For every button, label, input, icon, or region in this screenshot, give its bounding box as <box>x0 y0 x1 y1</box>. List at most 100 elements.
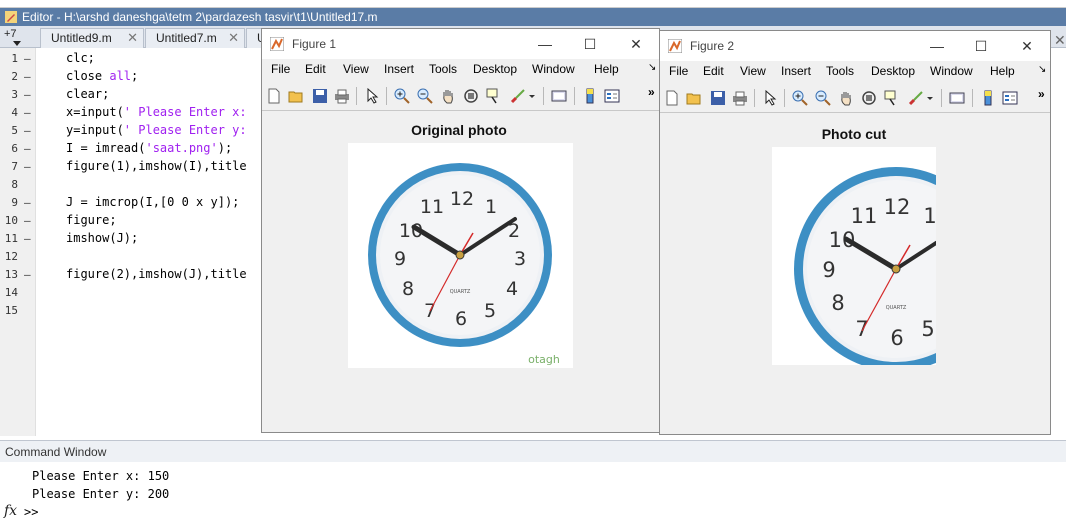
print-icon[interactable] <box>334 88 350 104</box>
command-output-line: Please Enter x: 150 <box>32 469 170 483</box>
menu-window[interactable]: Window <box>930 64 973 78</box>
zoom-in-icon[interactable] <box>394 88 410 104</box>
clock-numeral: 6 <box>890 326 903 350</box>
clock-numeral: 11 <box>420 196 444 218</box>
pan-hand-icon[interactable] <box>838 90 854 106</box>
chevron-down-icon[interactable] <box>13 41 21 47</box>
legend-icon[interactable] <box>604 88 620 104</box>
figure2-window[interactable]: Figure 2 — ☐ ✕ File Edit View Insert Too… <box>659 30 1051 435</box>
new-figure-icon[interactable] <box>266 88 282 104</box>
code-line: figure; <box>66 213 117 227</box>
figure1-window[interactable]: Figure 1 — ☐ ✕ File Edit View Insert Too… <box>261 28 660 433</box>
menu-help[interactable]: Help <box>990 64 1015 78</box>
clock-numeral: 9 <box>822 258 835 282</box>
menu-file[interactable]: File <box>271 62 290 76</box>
menu-edit[interactable]: Edit <box>703 64 724 78</box>
brush-icon[interactable] <box>510 88 526 104</box>
menu-file[interactable]: File <box>669 64 688 78</box>
close-button[interactable]: ✕ <box>625 33 647 55</box>
figure1-toolbar: » <box>262 81 659 111</box>
menu-overflow-icon[interactable]: ↘ <box>1038 64 1046 75</box>
chevron-down-icon[interactable] <box>528 88 536 104</box>
data-cursor-icon[interactable] <box>486 88 502 104</box>
menu-desktop[interactable]: Desktop <box>473 62 517 76</box>
close-icon[interactable]: ✕ <box>127 29 138 47</box>
function-browser-icon[interactable]: fx <box>4 503 17 519</box>
minimize-button[interactable]: — <box>534 33 556 55</box>
code-line: clear; <box>66 87 110 101</box>
zoom-out-icon[interactable] <box>417 88 433 104</box>
original-clock-image: 12 1 2 3 4 5 6 7 8 9 10 11 QUARTZ otagh <box>348 143 573 368</box>
toolbar-overflow-icon[interactable]: » <box>648 85 655 99</box>
print-icon[interactable] <box>732 90 748 106</box>
toolbar-overflow-icon[interactable]: » <box>1038 87 1045 101</box>
close-button[interactable]: ✕ <box>1016 35 1038 57</box>
pan-hand-icon[interactable] <box>440 88 456 104</box>
code-line: J = imcrop(I,[0 0 x y]); <box>66 195 240 209</box>
tab-untitled7[interactable]: Untitled7.m ✕ <box>145 28 245 48</box>
chevron-down-icon[interactable] <box>926 90 934 106</box>
zoom-out-icon[interactable] <box>815 90 831 106</box>
watermark-text: otagh <box>528 353 560 366</box>
top-strip <box>0 0 1066 8</box>
legend-icon[interactable] <box>1002 90 1018 106</box>
maximize-button[interactable]: ☐ <box>970 35 992 57</box>
clock-numeral: 8 <box>402 278 414 300</box>
clock-numeral: 5 <box>921 317 934 341</box>
link-plot-icon[interactable] <box>551 88 567 104</box>
maximize-button[interactable]: ☐ <box>579 33 601 55</box>
command-prompt[interactable]: >> <box>24 505 38 519</box>
clock-brand-text: QUARTZ <box>450 289 471 295</box>
rotate-3d-icon[interactable] <box>463 88 479 104</box>
editor-close-icon[interactable]: ✕ <box>1054 32 1066 49</box>
editor-titlebar: Editor - H:\arshd daneshga\tetm 2\pardaz… <box>0 8 1066 26</box>
open-file-icon[interactable] <box>686 90 702 106</box>
menu-window[interactable]: Window <box>532 62 575 76</box>
clock-numeral: 12 <box>450 188 474 210</box>
cropped-clock-image: 12 1 5 6 7 8 9 10 11 QUARTZ <box>772 147 936 365</box>
link-plot-icon[interactable] <box>949 90 965 106</box>
colorbar-icon[interactable] <box>980 90 996 106</box>
clock-svg: 12 1 2 3 4 5 6 7 8 9 10 11 QUARTZ otagh <box>368 163 560 366</box>
pointer-icon[interactable] <box>763 90 779 106</box>
zoom-in-icon[interactable] <box>792 90 808 106</box>
toolbar-separator <box>574 87 575 105</box>
minimize-button[interactable]: — <box>926 35 948 57</box>
editor-title-text: Editor - H:\arshd daneshga\tetm 2\pardaz… <box>22 10 378 24</box>
menu-view[interactable]: View <box>343 62 369 76</box>
new-figure-icon[interactable] <box>664 90 680 106</box>
menu-overflow-icon[interactable]: ↘ <box>648 62 656 73</box>
brush-icon[interactable] <box>908 90 924 106</box>
menu-desktop[interactable]: Desktop <box>871 64 915 78</box>
code-area[interactable]: clc; close all; clear; x=input(' Please … <box>0 48 262 438</box>
menu-insert[interactable]: Insert <box>384 62 414 76</box>
code-line: x=input(' Please Enter x: <box>66 105 247 119</box>
toolbar-separator <box>356 87 357 105</box>
menu-tools[interactable]: Tools <box>826 64 854 78</box>
menu-edit[interactable]: Edit <box>305 62 326 76</box>
figure2-canvas: Photo cut 12 1 5 6 7 8 9 10 11 QUARTZ <box>660 113 1050 434</box>
clock-brand-text: QUARTZ <box>886 305 907 311</box>
tab-overflow-button[interactable]: +7 <box>4 28 17 40</box>
figure2-menubar: File Edit View Insert Tools Desktop Wind… <box>660 61 1050 83</box>
matlab-figure-icon <box>668 39 682 53</box>
figure1-menubar: File Edit View Insert Tools Desktop Wind… <box>262 59 659 81</box>
menu-help[interactable]: Help <box>594 62 619 76</box>
colorbar-icon[interactable] <box>582 88 598 104</box>
open-file-icon[interactable] <box>288 88 304 104</box>
tab-untitled9[interactable]: Untitled9.m ✕ <box>40 28 144 48</box>
rotate-3d-icon[interactable] <box>861 90 877 106</box>
menu-insert[interactable]: Insert <box>781 64 811 78</box>
command-window-body[interactable]: Please Enter x: 150 Please Enter y: 200 <box>0 462 1066 526</box>
close-icon[interactable]: ✕ <box>228 29 239 47</box>
clock-numeral: 8 <box>831 291 844 315</box>
data-cursor-icon[interactable] <box>884 90 900 106</box>
menu-view[interactable]: View <box>740 64 766 78</box>
code-line: y=input(' Please Enter y: <box>66 123 247 137</box>
code-line: close all; <box>66 69 139 83</box>
menu-tools[interactable]: Tools <box>429 62 457 76</box>
pointer-icon[interactable] <box>365 88 381 104</box>
save-icon[interactable] <box>710 90 726 106</box>
save-icon[interactable] <box>312 88 328 104</box>
toolbar-separator <box>972 89 973 107</box>
